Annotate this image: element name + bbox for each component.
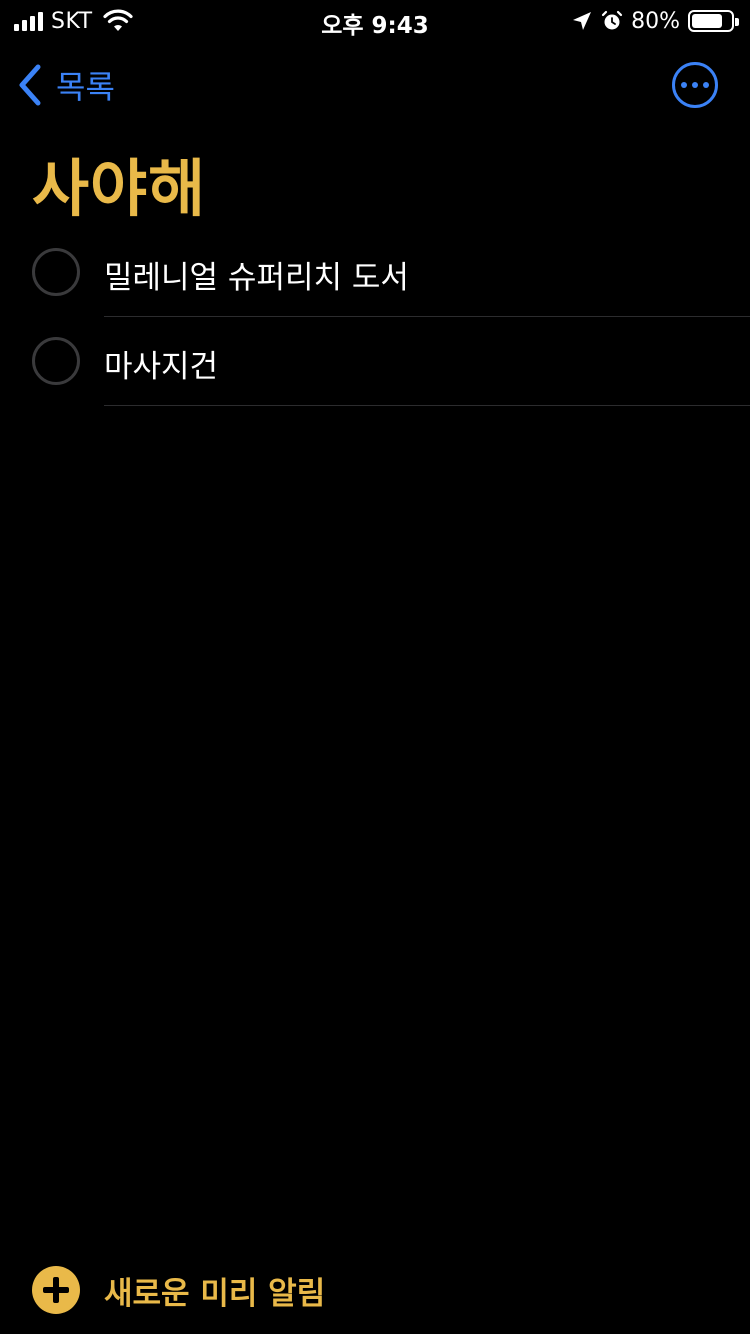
reminder-checkbox[interactable] xyxy=(32,248,80,296)
reminder-item[interactable]: 밀레니얼 슈퍼리치 도서 xyxy=(0,228,750,317)
back-button[interactable]: 목록 xyxy=(16,62,115,108)
new-reminder-label: 새로운 미리 알림 xyxy=(104,1275,326,1312)
back-button-label: 목록 xyxy=(56,68,115,106)
list-title: 사야해 xyxy=(32,152,207,225)
reminder-list: 밀레니얼 슈퍼리치 도서 마사지건 xyxy=(0,228,750,406)
reminder-title[interactable]: 마사지건 xyxy=(104,341,218,386)
location-arrow-icon xyxy=(573,12,592,30)
ellipsis-circle-icon xyxy=(681,82,687,88)
battery-percentage: 80% xyxy=(631,8,680,34)
plus-circle-icon xyxy=(32,1266,80,1314)
new-reminder-button[interactable]: 새로운 미리 알림 xyxy=(32,1266,325,1314)
reminder-title[interactable]: 밀레니얼 슈퍼리치 도서 xyxy=(104,252,409,297)
battery-level-fill xyxy=(692,14,722,28)
reminders-list-screen: SKT 오후 9:43 80% 목록 사야해 밀레니얼 슈퍼리치 도서 마사지건… xyxy=(0,0,750,1334)
row-divider xyxy=(104,405,750,406)
alarm-clock-icon xyxy=(601,10,623,30)
battery-icon xyxy=(688,10,739,32)
chevron-left-icon xyxy=(19,64,41,106)
status-bar: SKT 오후 9:43 80% xyxy=(0,0,750,40)
reminder-checkbox[interactable] xyxy=(32,337,80,385)
reminder-item[interactable]: 마사지건 xyxy=(0,317,750,406)
status-bar-right: 80% xyxy=(571,8,740,34)
more-options-button[interactable] xyxy=(672,62,718,108)
